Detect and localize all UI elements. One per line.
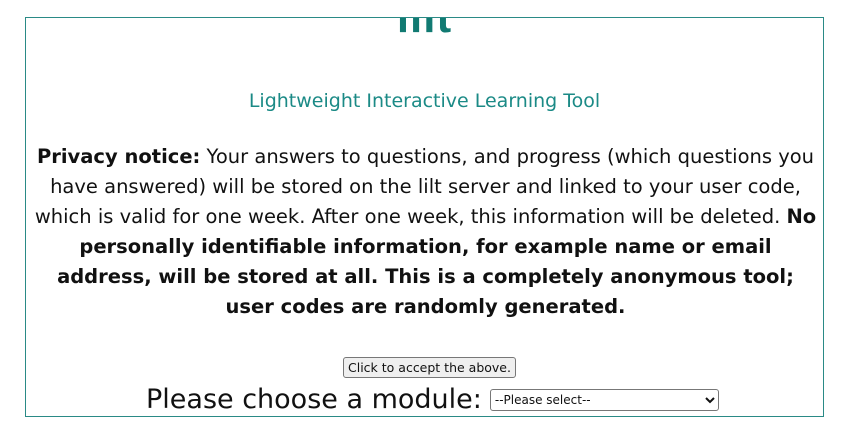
privacy-notice-heading: Privacy notice: — [36, 145, 201, 168]
accept-button[interactable]: Click to accept the above. — [343, 357, 516, 378]
lilt-logo: lilt — [396, 17, 453, 42]
content-frame: lilt Lightweight Interactive Learning To… — [25, 17, 824, 417]
app-subtitle: Lightweight Interactive Learning Tool — [248, 90, 601, 112]
privacy-notice: Privacy notice: Your answers to question… — [34, 142, 817, 322]
module-chooser: Please choose a module: --Please select-… — [146, 384, 719, 416]
module-label: Please choose a module: — [146, 384, 482, 415]
module-select[interactable]: --Please select-- — [489, 388, 719, 411]
